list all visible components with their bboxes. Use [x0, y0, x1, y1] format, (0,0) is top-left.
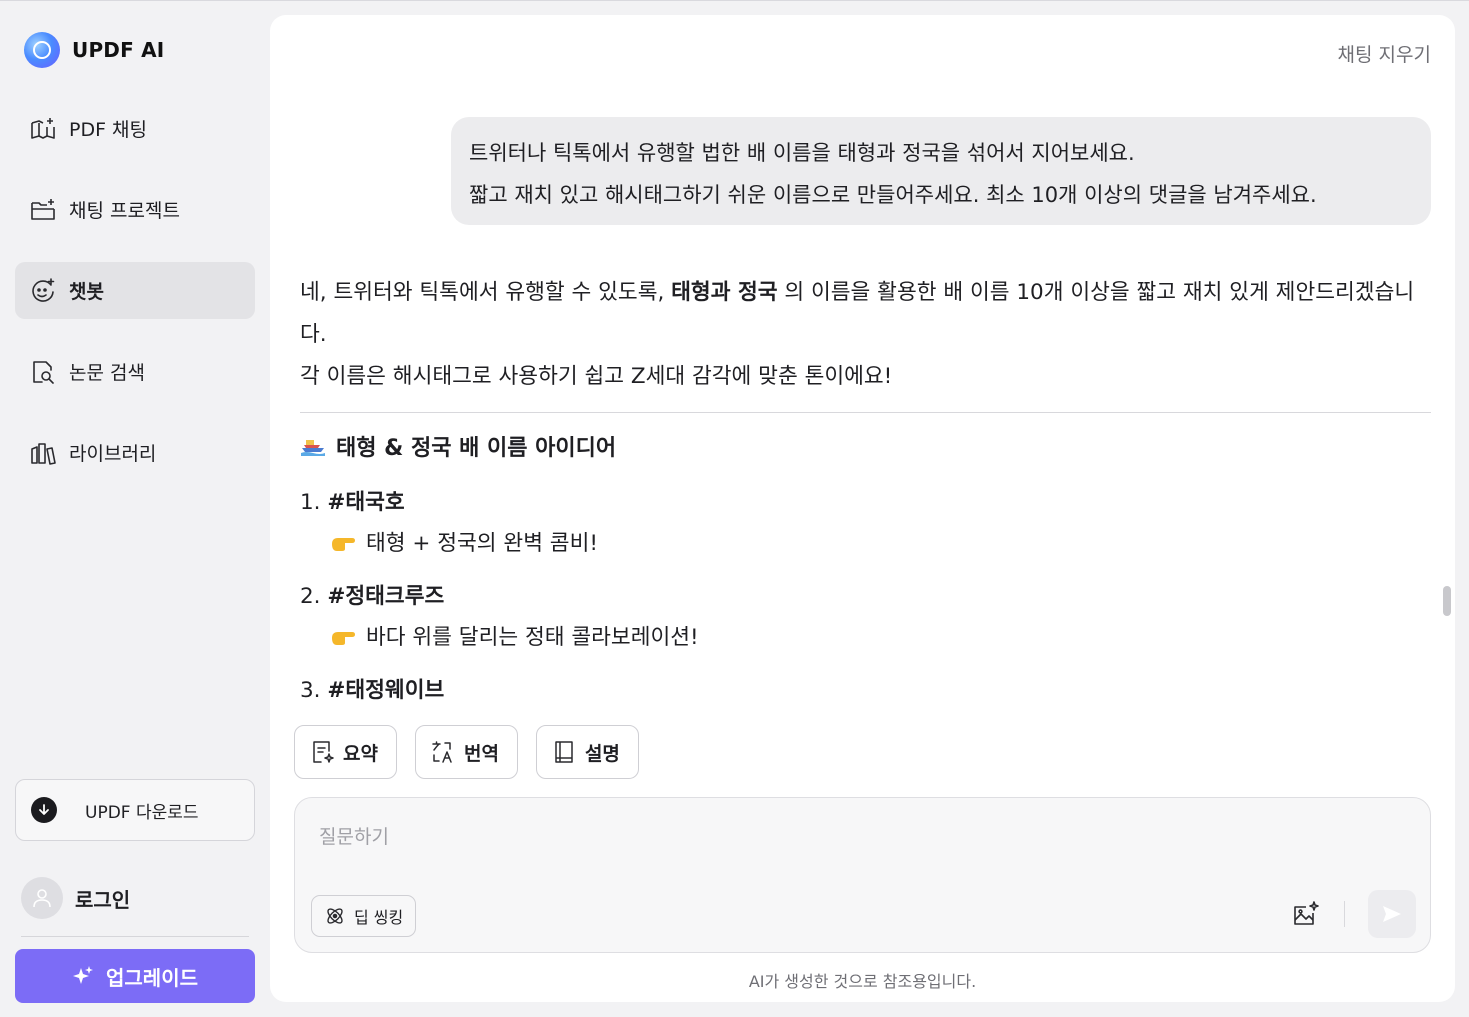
summarize-button[interactable]: 요약: [294, 725, 397, 779]
login-button[interactable]: 로그인: [21, 877, 130, 919]
download-icon: [31, 797, 57, 823]
folder-sparkle-icon: [31, 198, 55, 220]
sidebar-item-pdf-chat[interactable]: PDF 채팅: [15, 100, 255, 157]
list-item: 2. #정태크루즈 바다 위를 달리는 정태 콜라보레이션!: [300, 584, 699, 650]
sidebar-item-label: 채팅 프로젝트: [69, 200, 180, 222]
sidebar-item-library[interactable]: 라이브러리: [15, 424, 255, 481]
section-title: 태형 & 정국 배 이름 아이디어: [300, 429, 1430, 463]
list-item: 3. #태정웨이브: [300, 678, 445, 703]
sidebar-item-chat-project[interactable]: 채팅 프로젝트: [15, 181, 255, 238]
library-books-icon: [31, 442, 56, 465]
app-logo[interactable]: UPDF AI: [24, 32, 164, 68]
sidebar-nav: PDF 채팅 채팅 프로젝트 챗봇 논문 검색 라이브러리: [15, 100, 255, 505]
sidebar-item-chatbot[interactable]: 챗봇: [15, 262, 255, 319]
atom-icon: [327, 908, 343, 924]
book-open-sparkle-icon: [31, 117, 55, 139]
ai-disclaimer: AI가 생성한 것으로 참조용입니다.: [748, 972, 977, 991]
input-separator: [1344, 901, 1345, 927]
sparkle-icon: [73, 966, 93, 984]
sidebar-item-label: PDF 채팅: [69, 119, 148, 141]
avatar-icon: [21, 877, 63, 919]
sidebar-item-label: 라이브러리: [69, 443, 157, 465]
translate-icon: [432, 741, 452, 763]
sidebar-item-label: 논문 검색: [69, 362, 145, 384]
list-item: 1. #태국호 태형 + 정국의 완벽 콤비!: [300, 490, 598, 556]
user-message-line: 짧고 재치 있고 해시태그하기 쉬운 이름으로 만들어주세요. 최소 10개 이…: [469, 183, 1317, 207]
user-message-line: 트위터나 틱톡에서 유행할 법한 배 이름을 태형과 정국을 섞어서 지어보세요…: [469, 141, 1135, 165]
user-message-bubble: 트위터나 틱톡에서 유행할 법한 배 이름을 태형과 정국을 섞어서 지어보세요…: [451, 117, 1431, 225]
download-label: UPDF 다운로드: [85, 802, 199, 823]
quick-actions: 요약 번역 설명: [294, 725, 657, 779]
updf-ai-logo-icon: [24, 32, 60, 68]
assistant-intro: 네, 트위터와 틱톡에서 유행할 수 있도록, 태형과 정국 의 이름을 활용한…: [300, 280, 1415, 347]
app-name: UPDF AI: [72, 38, 165, 62]
assistant-message: 네, 트위터와 틱톡에서 유행할 수 있도록, 태형과 정국 의 이름을 활용한…: [300, 272, 1431, 704]
ship-emoji-icon: [301, 440, 325, 456]
chat-scrollbar[interactable]: [1443, 586, 1451, 616]
summary-icon: [313, 741, 334, 763]
sidebar-item-paper-search[interactable]: 논문 검색: [15, 343, 255, 400]
send-button[interactable]: [1368, 890, 1416, 938]
explain-button[interactable]: 설명: [535, 725, 639, 779]
deep-think-toggle[interactable]: 딥 씽킹: [311, 895, 417, 937]
sidebar-item-label: 챗봇: [69, 281, 104, 303]
upgrade-button[interactable]: 업그레이드: [15, 949, 255, 1003]
book-icon: [555, 741, 573, 763]
image-sparkle-icon[interactable]: [1291, 899, 1321, 929]
login-label: 로그인: [75, 887, 131, 912]
pointing-hand-icon: [332, 631, 355, 645]
document-search-icon: [33, 360, 54, 384]
question-input[interactable]: [319, 822, 1399, 862]
clear-chat-button[interactable]: 채팅 지우기: [1338, 40, 1431, 67]
translate-button[interactable]: 번역: [414, 725, 518, 779]
message-divider: [300, 412, 1431, 413]
send-icon: [1383, 906, 1401, 922]
pointing-hand-icon: [332, 537, 355, 551]
chat-input-area: 딥 씽킹: [294, 797, 1431, 953]
sidebar: UPDF AI PDF 채팅 채팅 프로젝트 챗봇 논문 검색 라이브러리 UP…: [0, 0, 270, 1017]
upgrade-label: 업그레이드: [106, 965, 198, 990]
download-updf-button[interactable]: UPDF 다운로드: [15, 779, 255, 841]
chat-panel: 채팅 지우기 트위터나 틱톡에서 유행할 법한 배 이름을 태형과 정국을 섞어…: [270, 15, 1455, 1002]
assistant-intro-2: 각 이름은 해시태그로 사용하기 쉽고 Z세대 감각에 맞춘 톤이에요!: [300, 364, 893, 389]
chatbot-face-icon: [32, 277, 55, 302]
sidebar-divider: [21, 936, 249, 937]
